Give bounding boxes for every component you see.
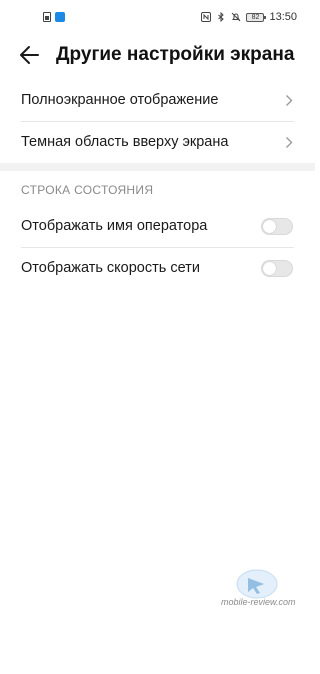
chevron-right-icon <box>286 95 293 106</box>
show-network-speed-row: Отображать скорость сети <box>0 247 315 289</box>
app-header: Другие настройки экрана <box>0 36 315 74</box>
list-item-label: Полноэкранное отображение <box>21 92 219 108</box>
toggle-knob <box>263 262 276 275</box>
sim-card-icon <box>43 12 51 22</box>
toggle-label: Отображать скорость сети <box>21 260 200 276</box>
chevron-right-icon <box>286 137 293 148</box>
notification-icons <box>43 12 65 22</box>
app-notification-icon <box>55 12 65 22</box>
section-separator <box>0 163 315 171</box>
page-title: Другие настройки экрана <box>56 44 295 65</box>
nfc-icon <box>201 12 212 22</box>
system-icons: 82 13:50 <box>201 11 297 23</box>
show-operator-name-row: Отображать имя оператора <box>0 205 315 247</box>
watermark-text: mobile-review.com <box>221 597 296 607</box>
list-item-label: Темная область вверху экрана <box>21 134 229 150</box>
mute-bell-icon <box>232 12 241 22</box>
toggle-label: Отображать имя оператора <box>21 218 208 234</box>
top-dark-area-item[interactable]: Темная область вверху экрана <box>0 121 315 163</box>
battery-icon: 82 <box>246 12 267 22</box>
bluetooth-icon <box>218 12 225 22</box>
show-operator-name-toggle[interactable] <box>261 218 293 235</box>
arrow-left-icon[interactable] <box>18 44 42 66</box>
status-bar: 82 13:50 <box>0 0 315 36</box>
show-network-speed-toggle[interactable] <box>261 260 293 277</box>
section-title: СТРОКА СОСТОЯНИЯ <box>21 183 154 197</box>
clock: 13:50 <box>269 11 297 23</box>
fullscreen-display-item[interactable]: Полноэкранное отображение <box>0 79 315 121</box>
toggle-knob <box>263 220 276 233</box>
